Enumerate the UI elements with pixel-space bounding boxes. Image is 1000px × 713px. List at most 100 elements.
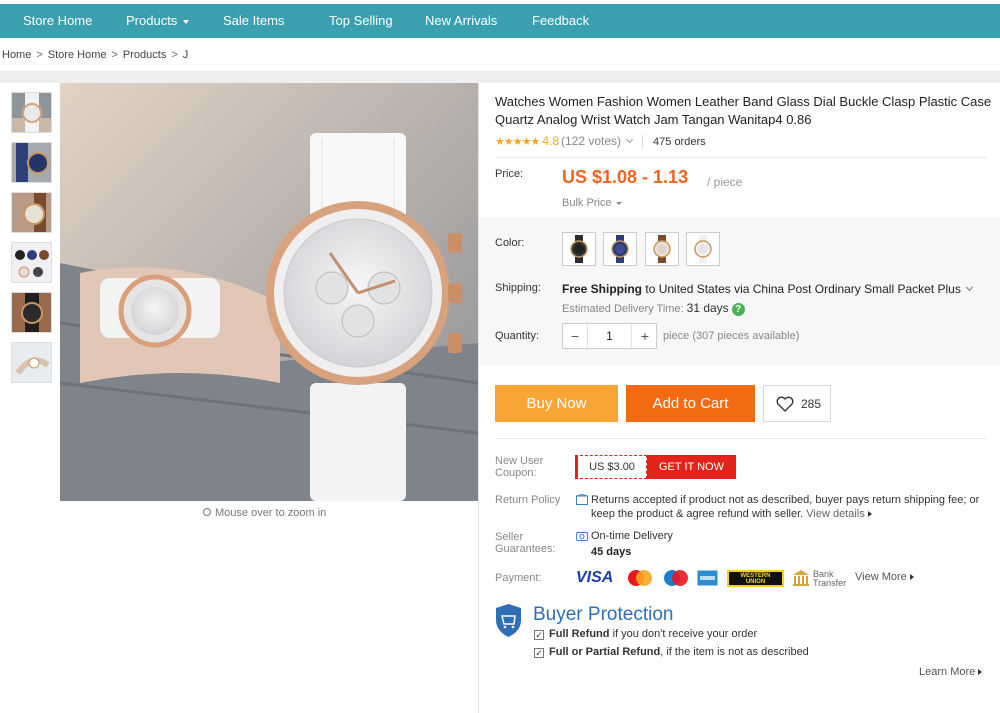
shipping-label: Shipping: — [495, 282, 541, 294]
visa-text: VISA — [576, 569, 614, 586]
arrow-right-icon — [978, 669, 983, 675]
per-piece-label: / piece — [707, 175, 743, 189]
divider — [495, 157, 987, 158]
nav-products-label: Products — [126, 13, 178, 28]
on-time-delivery: On-time Delivery — [591, 530, 673, 542]
free-shipping-text: Free Shipping — [562, 282, 643, 296]
coupon-amount: US $3.00 — [575, 455, 647, 479]
nav-top-selling[interactable]: Top Selling — [329, 4, 393, 38]
view-more-link[interactable]: View More — [855, 571, 914, 583]
section-divider-band — [0, 71, 1000, 83]
delivery-days: 31 days — [686, 301, 729, 315]
thumbnail-strip — [0, 83, 60, 713]
thumbnail-1[interactable] — [11, 92, 52, 133]
quantity-stepper: − + — [562, 323, 657, 349]
breadcrumb-products[interactable]: Products — [123, 49, 166, 61]
magnifier-icon — [203, 508, 211, 516]
western-union-text: WESTERN UNION — [729, 573, 782, 585]
return-box-icon — [576, 494, 588, 505]
divider — [642, 135, 644, 149]
checkbox-icon: ✓ — [534, 630, 544, 640]
nav-sale-items[interactable]: Sale Items — [223, 4, 284, 38]
breadcrumb: Home > Store Home > Products > J — [2, 49, 188, 61]
arrow-right-icon — [867, 511, 872, 517]
partial-refund-desc: , if the item is not as described — [660, 646, 809, 658]
price-label: Price: — [495, 168, 524, 180]
quantity-input[interactable] — [587, 324, 632, 348]
color-label: Color: — [495, 237, 525, 249]
buy-now-button[interactable]: Buy Now — [495, 385, 618, 422]
visa-icon: VISA — [576, 569, 616, 587]
quantity-label: Quantity: — [495, 330, 540, 342]
breadcrumb-separator: > — [36, 49, 43, 61]
learn-more-link[interactable]: Learn More — [919, 666, 983, 678]
bank-icon — [793, 570, 809, 586]
thumbnail-5[interactable] — [11, 292, 52, 333]
return-policy-label: Return Policy — [495, 494, 561, 506]
bank-transfer-text: Bank Transfer — [813, 570, 846, 588]
add-to-cart-button[interactable]: Add to Cart — [626, 385, 755, 422]
mastercard-icon — [628, 570, 652, 586]
seller-guarantees-label: Seller Guarantees: — [495, 531, 556, 555]
top-nav-bar: Store Home Products Sale Items Top Selli… — [0, 4, 1000, 38]
chevron-down-icon — [965, 283, 973, 292]
availability-text: piece (307 pieces available) — [663, 330, 800, 342]
wishlist-count: 285 — [801, 397, 822, 411]
thumbnail-3[interactable] — [11, 192, 52, 233]
bulk-price-label: Bulk Price — [562, 197, 612, 209]
color-swatch-black[interactable] — [562, 232, 596, 266]
nav-feedback[interactable]: Feedback — [532, 4, 589, 38]
checkbox-icon: ✓ — [534, 648, 544, 658]
coupon-get-button[interactable]: US $3.00 GET IT NOW — [575, 455, 736, 479]
color-swatch-blue[interactable] — [603, 232, 637, 266]
thumbnail-4[interactable] — [11, 242, 52, 283]
protection-full-refund: ✓ Full Refund if you don't receive your o… — [534, 628, 757, 640]
price-range: US $1.08 - 1.13 — [562, 167, 689, 187]
buyer-protection-title: Buyer Protection — [533, 604, 674, 625]
payment-label: Payment: — [495, 572, 542, 584]
help-icon[interactable]: ? — [731, 302, 745, 316]
return-policy-body: Returns accepted if product not as descr… — [591, 494, 980, 520]
get-it-now-button[interactable]: GET IT NOW — [647, 455, 736, 479]
shipping-method-dropdown[interactable]: Free Shipping to United States via China… — [562, 282, 973, 296]
breadcrumb-store-home[interactable]: Store Home — [48, 49, 107, 61]
coupon-label: New User Coupon: — [495, 455, 544, 479]
heart-icon — [776, 396, 794, 412]
thumbnail-6[interactable] — [11, 342, 52, 383]
nav-new-arrivals[interactable]: New Arrivals — [425, 4, 497, 38]
zoom-hint-text: Mouse over to zoom in — [215, 507, 327, 519]
western-union-line2: UNION — [745, 579, 766, 585]
delivery-estimate: Estimated Delivery Time: 31 days? — [562, 301, 745, 316]
votes-link[interactable]: (122 votes) — [561, 134, 621, 148]
view-details-link[interactable]: View details — [806, 508, 865, 520]
chevron-down-icon — [183, 19, 190, 24]
american-express-icon — [697, 570, 718, 586]
color-swatch-brown[interactable] — [645, 232, 679, 266]
chevron-down-icon[interactable] — [625, 135, 634, 144]
nav-products[interactable]: Products — [126, 4, 190, 38]
learn-more-label: Learn More — [919, 666, 976, 678]
shipping-destination: to United States via China Post Ordinary… — [645, 282, 961, 296]
quantity-increase-button[interactable]: + — [633, 324, 657, 348]
caret-down-icon — [615, 201, 622, 205]
thumbnail-2[interactable] — [11, 142, 52, 183]
breadcrumb-home[interactable]: Home — [2, 49, 31, 61]
divider — [495, 438, 987, 439]
rating-stars: ★★★★★ — [495, 136, 540, 148]
breadcrumb-current: J — [182, 49, 189, 61]
column-divider — [478, 83, 479, 713]
partial-refund-label: Full or Partial Refund — [549, 646, 661, 658]
product-title: Watches Women Fashion Women Leather Band… — [495, 94, 992, 127]
bulk-price-dropdown[interactable]: Bulk Price — [562, 197, 622, 209]
wishlist-button[interactable]: 285 — [763, 385, 831, 422]
color-swatch-white[interactable] — [686, 232, 720, 266]
nav-store-home[interactable]: Store Home — [23, 4, 92, 38]
main-product-image[interactable] — [60, 83, 478, 501]
return-policy-text: Returns accepted if product not as descr… — [591, 493, 986, 521]
maestro-icon — [664, 570, 688, 586]
breadcrumb-separator: > — [171, 49, 178, 61]
rating-value: 4.8 — [542, 134, 559, 148]
view-more-label: View More — [855, 571, 907, 583]
bank-transfer-line2: Transfer — [813, 578, 847, 588]
quantity-decrease-button[interactable]: − — [563, 324, 587, 348]
